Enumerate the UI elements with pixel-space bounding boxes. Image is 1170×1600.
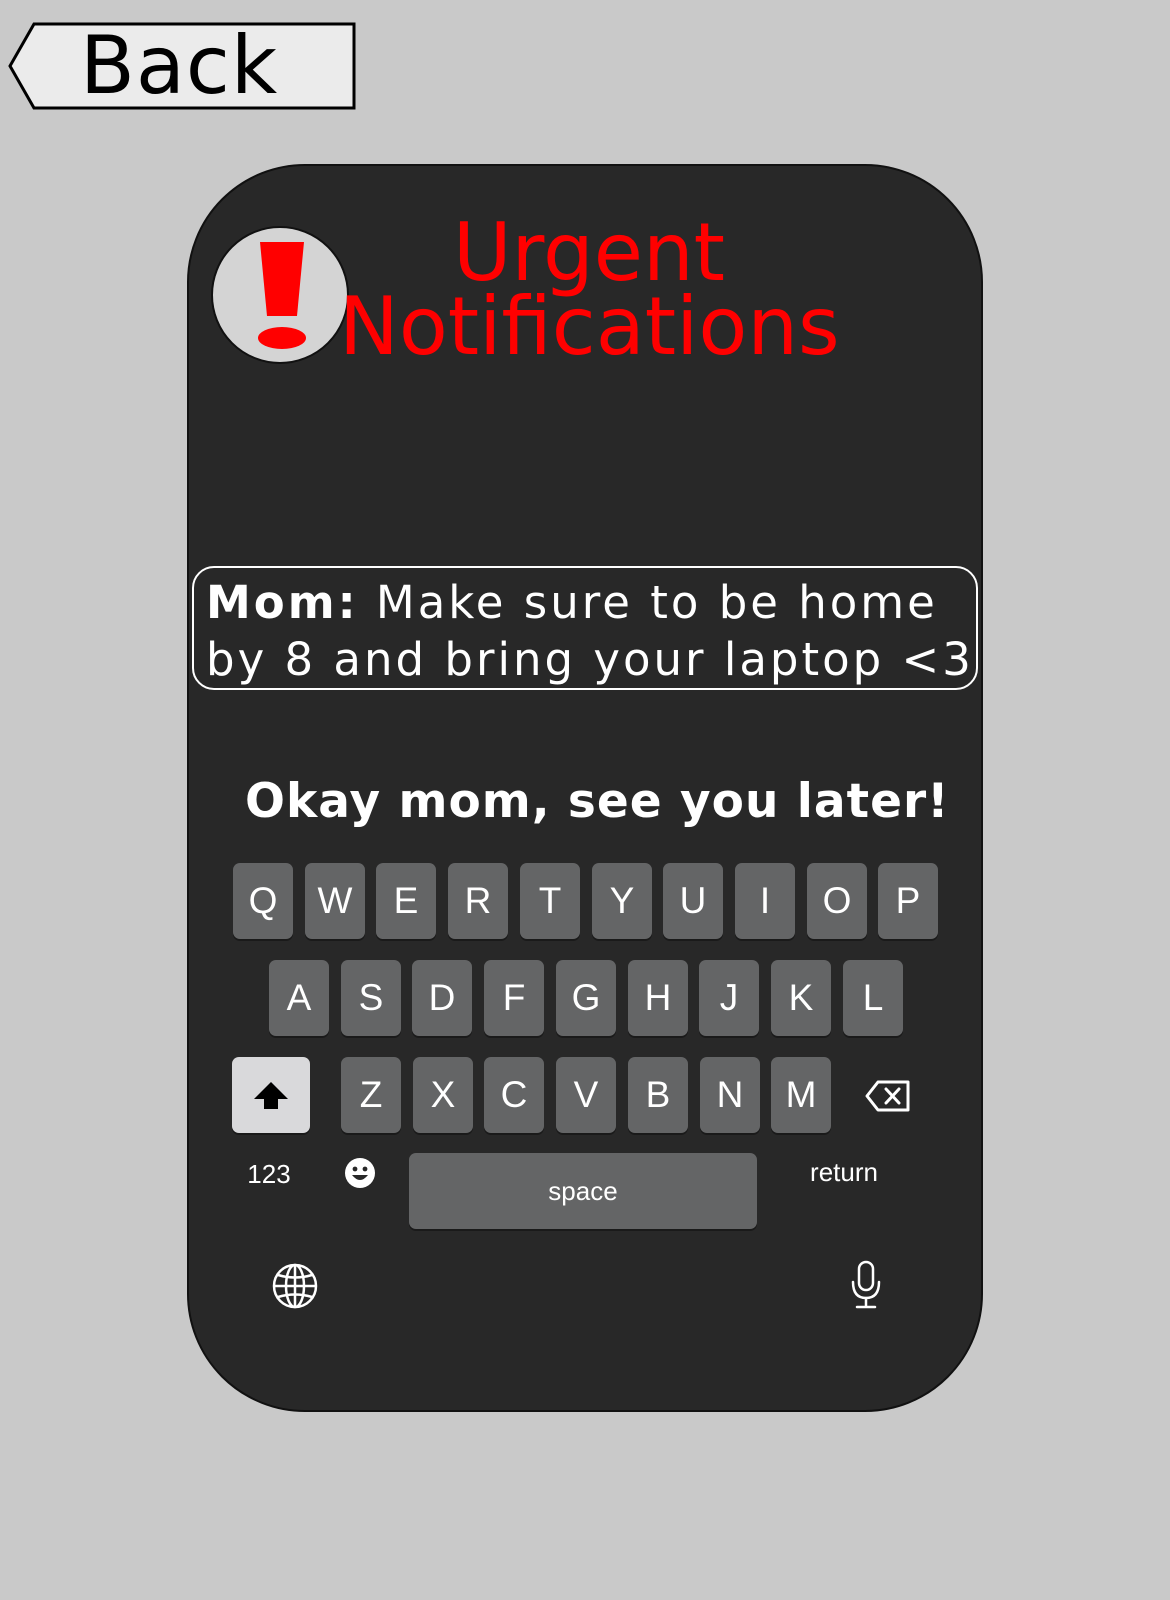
back-button[interactable]: Back bbox=[8, 22, 356, 110]
back-button-label: Back bbox=[80, 19, 279, 112]
key-w[interactable]: W bbox=[305, 863, 365, 939]
key-i[interactable]: I bbox=[735, 863, 795, 939]
return-key[interactable]: return bbox=[789, 1152, 899, 1192]
page-title: Urgent Notifications bbox=[339, 206, 840, 373]
key-g[interactable]: G bbox=[556, 960, 616, 1036]
phone-screen: Urgent Notifications Mom: Make sure to b… bbox=[187, 164, 983, 1412]
emoji-key[interactable] bbox=[343, 1156, 377, 1190]
key-a[interactable]: A bbox=[269, 960, 329, 1036]
key-v[interactable]: V bbox=[556, 1057, 616, 1133]
backspace-icon bbox=[865, 1080, 910, 1112]
key-s[interactable]: S bbox=[341, 960, 401, 1036]
shift-icon bbox=[254, 1082, 288, 1109]
shift-key[interactable] bbox=[232, 1057, 310, 1133]
key-r[interactable]: R bbox=[448, 863, 508, 939]
key-o[interactable]: O bbox=[807, 863, 867, 939]
key-k[interactable]: K bbox=[771, 960, 831, 1036]
key-e[interactable]: E bbox=[376, 863, 436, 939]
key-b[interactable]: B bbox=[628, 1057, 688, 1133]
key-z[interactable]: Z bbox=[341, 1057, 401, 1133]
key-h[interactable]: H bbox=[628, 960, 688, 1036]
key-d[interactable]: D bbox=[412, 960, 472, 1036]
backspace-key[interactable] bbox=[864, 1078, 912, 1114]
key-q[interactable]: Q bbox=[233, 863, 293, 939]
globe-icon bbox=[272, 1263, 318, 1309]
title-line-2: Notifications bbox=[339, 280, 840, 373]
key-y[interactable]: Y bbox=[592, 863, 652, 939]
notification-message[interactable]: Mom: Make sure to be home by 8 and bring… bbox=[192, 566, 978, 690]
key-x[interactable]: X bbox=[413, 1057, 473, 1133]
globe-key[interactable] bbox=[271, 1262, 319, 1310]
message-sender: Mom: bbox=[206, 576, 359, 629]
reply-input[interactable]: Okay mom, see you later! bbox=[245, 774, 950, 829]
key-t[interactable]: T bbox=[520, 863, 580, 939]
key-m[interactable]: M bbox=[771, 1057, 831, 1133]
title-line-1: Urgent bbox=[452, 206, 726, 299]
key-f[interactable]: F bbox=[484, 960, 544, 1036]
microphone-icon bbox=[851, 1260, 881, 1309]
numbers-key[interactable]: 123 bbox=[239, 1154, 299, 1194]
key-c[interactable]: C bbox=[484, 1057, 544, 1133]
key-u[interactable]: U bbox=[663, 863, 723, 939]
emoji-icon bbox=[345, 1158, 375, 1188]
key-p[interactable]: P bbox=[878, 863, 938, 939]
space-key[interactable]: space bbox=[409, 1153, 757, 1229]
key-l[interactable]: L bbox=[843, 960, 903, 1036]
key-n[interactable]: N bbox=[700, 1057, 760, 1133]
microphone-key[interactable] bbox=[849, 1260, 883, 1310]
exclamation-icon bbox=[211, 226, 349, 364]
key-j[interactable]: J bbox=[699, 960, 759, 1036]
